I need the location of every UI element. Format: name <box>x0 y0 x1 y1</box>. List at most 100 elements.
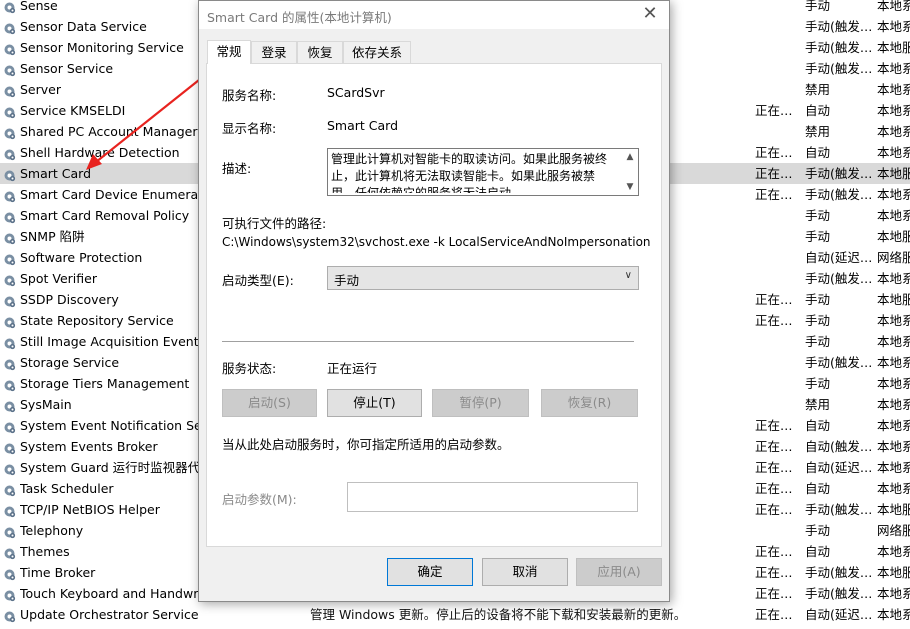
tab-recovery[interactable]: 恢复 <box>297 41 343 63</box>
gear-icon <box>3 545 16 560</box>
stop-button[interactable]: 停止(T) <box>327 389 422 417</box>
service-logon-as: 网络服 <box>877 523 910 538</box>
service-name: Touch Keyboard and Handwriting Panel Ser… <box>20 586 200 601</box>
service-startup-type: 手动(触发… <box>805 271 873 286</box>
service-startup-type: 手动 <box>805 376 831 391</box>
service-name: Task Scheduler <box>20 481 114 496</box>
service-logon-as: 本地系 <box>877 0 910 13</box>
service-logon-as: 本地系 <box>877 145 910 160</box>
service-logon-as: 本地系 <box>877 418 910 433</box>
service-name: State Repository Service <box>20 313 174 328</box>
service-logon-as: 本地系 <box>877 19 910 34</box>
service-logon-as: 本地系 <box>877 187 910 202</box>
service-name: SNMP 陷阱 <box>20 229 85 244</box>
service-name: Sensor Data Service <box>20 19 147 34</box>
service-name: TCP/IP NetBIOS Helper <box>20 502 160 517</box>
separator <box>222 341 634 342</box>
ok-button[interactable]: 确定 <box>387 558 473 586</box>
gear-icon <box>3 104 16 119</box>
service-name: Smart Card Removal Policy <box>20 208 190 223</box>
service-startup-type: 手动(触发… <box>805 565 873 580</box>
service-name: System Events Broker <box>20 439 158 454</box>
gear-icon <box>3 314 16 329</box>
service-startup-type: 手动 <box>805 0 831 13</box>
gear-icon <box>3 461 16 476</box>
description-box[interactable]: 管理此计算机对智能卡的取读访问。如果此服务被终止，此计算机将无法取读智能卡。如果… <box>327 148 639 196</box>
service-startup-type: 自动(延迟… <box>805 250 873 265</box>
service-name: System Guard 运行时监视器代理 <box>20 460 200 475</box>
service-logon-as: 网络服 <box>877 250 910 265</box>
service-status: 正在… <box>755 292 793 307</box>
service-name: Software Protection <box>20 250 143 265</box>
service-startup-type: 自动(延迟… <box>805 607 873 622</box>
service-name: Smart Card Device Enumeration Service <box>20 187 200 202</box>
startup-type-value: 手动 <box>334 273 360 288</box>
service-name: Sensor Monitoring Service <box>20 40 184 55</box>
service-startup-type: 手动(触发… <box>805 166 873 181</box>
service-name: Telephony <box>20 523 84 538</box>
gear-icon <box>3 608 16 623</box>
service-logon-as: 本地系 <box>877 313 910 328</box>
service-name: Update Orchestrator Service <box>20 607 199 622</box>
gear-icon <box>3 41 16 56</box>
description-scrollbar[interactable]: ▲ ▼ <box>622 149 638 195</box>
gear-icon <box>3 587 16 602</box>
service-name-label: 服务名称: <box>222 88 277 103</box>
startup-type-label: 启动类型(E): <box>222 273 294 288</box>
service-startup-type: 手动 <box>805 208 831 223</box>
service-logon-as: 本地系 <box>877 124 910 139</box>
start-params-hint: 当从此处启动服务时，你可指定所适用的启动参数。 <box>222 437 510 452</box>
gear-icon <box>3 146 16 161</box>
start-button[interactable]: 启动(S) <box>222 389 317 417</box>
service-startup-type: 自动(触发… <box>805 439 873 454</box>
startup-type-select[interactable]: 手动 ∨ <box>327 266 639 290</box>
service-status: 正在… <box>755 481 793 496</box>
exe-path-value: C:\Windows\system32\svchost.exe -k Local… <box>222 235 651 249</box>
service-startup-type: 自动 <box>805 544 831 559</box>
service-logon-as: 本地服 <box>877 502 910 517</box>
gear-icon <box>3 230 16 245</box>
service-startup-type: 手动(触发… <box>805 61 873 76</box>
service-status: 正在… <box>755 103 793 118</box>
gear-icon <box>3 251 16 266</box>
properties-dialog: Smart Card 的属性(本地计算机) ✕ 常规 登录 恢复 依存关系 服务… <box>198 0 670 602</box>
service-name: Themes <box>20 544 70 559</box>
service-startup-type: 自动 <box>805 103 831 118</box>
scroll-up-icon[interactable]: ▲ <box>624 151 636 163</box>
service-logon-as: 本地系 <box>877 376 910 391</box>
service-logon-as: 本地系 <box>877 586 910 601</box>
display-name-label: 显示名称: <box>222 121 277 136</box>
service-name: Server <box>20 82 61 97</box>
gear-icon <box>3 125 16 140</box>
tab-logon[interactable]: 登录 <box>251 41 297 63</box>
cancel-button[interactable]: 取消 <box>482 558 568 586</box>
service-name: Still Image Acquisition Events <box>20 334 200 349</box>
apply-button[interactable]: 应用(A) <box>576 558 662 586</box>
general-panel: 服务名称: SCardSvr 显示名称: Smart Card 描述: 管理此计… <box>206 63 662 547</box>
service-logon-as: 本地服 <box>877 565 910 580</box>
service-status-value: 正在运行 <box>327 361 378 376</box>
service-status: 正在… <box>755 544 793 559</box>
gear-icon <box>3 566 16 581</box>
tab-general[interactable]: 常规 <box>207 40 251 64</box>
service-startup-type: 手动(触发… <box>805 187 873 202</box>
service-status-label: 服务状态: <box>222 361 277 376</box>
service-logon-as: 本地系 <box>877 397 910 412</box>
service-startup-type: 自动 <box>805 418 831 433</box>
service-startup-type: 手动 <box>805 229 831 244</box>
service-status: 正在… <box>755 145 793 160</box>
pause-button[interactable]: 暂停(P) <box>432 389 529 417</box>
service-status: 正在… <box>755 502 793 517</box>
service-logon-as: 本地系 <box>877 208 910 223</box>
tab-dependencies[interactable]: 依存关系 <box>343 41 411 63</box>
service-row[interactable]: Update Orchestrator Service 管理 Windows 更新… <box>0 604 910 625</box>
dialog-titlebar[interactable]: Smart Card 的属性(本地计算机) ✕ <box>199 1 669 29</box>
resume-button[interactable]: 恢复(R) <box>541 389 638 417</box>
service-logon-as: 本地系 <box>877 61 910 76</box>
service-logon-as: 本地服 <box>877 292 910 307</box>
gear-icon <box>3 293 16 308</box>
close-icon[interactable]: ✕ <box>641 5 659 23</box>
start-params-label: 启动参数(M): <box>222 492 297 507</box>
scroll-down-icon[interactable]: ▼ <box>624 181 636 193</box>
start-params-input[interactable] <box>347 482 638 512</box>
